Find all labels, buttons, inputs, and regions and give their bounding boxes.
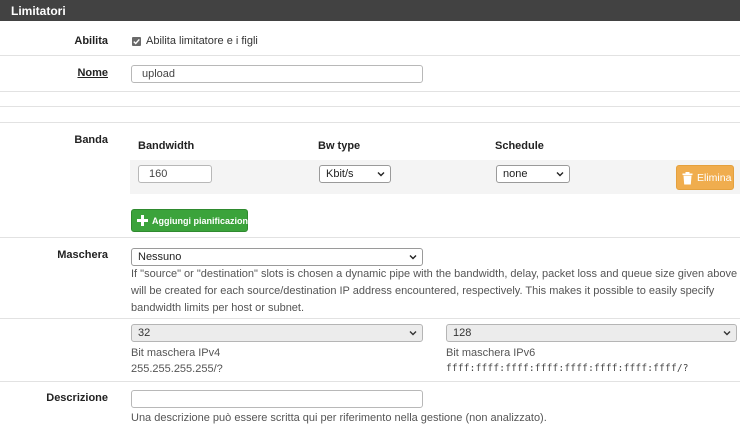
description-label: Descrizione — [46, 392, 108, 404]
limiter-panel: Limitatori Abilita Abilita limitatore e … — [0, 0, 740, 438]
ipv6-mask-hint: ffff:ffff:ffff:ffff:ffff:ffff:ffff:ffff/… — [446, 363, 689, 374]
divider — [0, 106, 740, 107]
divider — [0, 122, 740, 123]
chevron-down-icon — [556, 172, 564, 177]
divider — [0, 55, 740, 56]
trash-icon — [682, 172, 693, 185]
column-bandwidth: Bandwidth — [138, 140, 195, 152]
mask-help-text: If "source" or "destination" slots is ch… — [131, 268, 738, 314]
enable-checkbox[interactable] — [132, 37, 141, 46]
ipv6-mask-caption: Bit maschera IPv6 — [446, 347, 536, 359]
chevron-down-icon — [409, 331, 417, 336]
add-schedule-label: Aggiungi pianificazione — [152, 216, 253, 226]
ipv4-mask-hint: 255.255.255.255/? — [131, 363, 223, 375]
bandwidth-label: Banda — [74, 134, 108, 146]
panel-title: Limitatori — [0, 0, 740, 21]
mask-select[interactable]: Nessuno — [131, 248, 423, 266]
delete-schedule-label: Elimina — [697, 172, 732, 184]
enable-checkbox-label: Abilita limitatore e i figli — [146, 35, 258, 47]
divider — [0, 318, 740, 319]
name-label: Nome — [77, 67, 108, 79]
description-help-text: Una descrizione può essere scritta qui p… — [131, 412, 547, 424]
chevron-down-icon — [723, 331, 731, 336]
mask-label: Maschera — [57, 249, 108, 261]
ipv4-mask-caption: Bit maschera IPv4 — [131, 347, 221, 359]
schedule-row — [130, 160, 740, 194]
ipv4-mask-bits-select[interactable]: 32 — [131, 324, 423, 342]
divider — [0, 91, 740, 92]
chevron-down-icon — [409, 255, 417, 260]
schedule-value: none — [503, 168, 528, 180]
add-schedule-button[interactable]: Aggiungi pianificazione — [131, 209, 253, 232]
column-schedule: Schedule — [495, 140, 544, 152]
name-input[interactable]: upload — [131, 65, 423, 83]
schedule-select[interactable]: none — [496, 165, 570, 183]
plus-icon — [137, 215, 148, 226]
divider — [0, 381, 740, 382]
check-icon — [133, 38, 140, 45]
bw-type-value: Kbit/s — [326, 168, 354, 180]
ipv6-mask-bits-select[interactable]: 128 — [446, 324, 737, 342]
enable-label: Abilita — [74, 35, 108, 47]
divider — [0, 237, 740, 238]
bandwidth-input[interactable]: 160 — [138, 165, 212, 183]
ipv4-mask-bits-value: 32 — [138, 327, 151, 339]
ipv6-mask-bits-value: 128 — [453, 327, 472, 339]
mask-value: Nessuno — [138, 251, 182, 263]
chevron-down-icon — [377, 172, 385, 177]
bw-type-select[interactable]: Kbit/s — [319, 165, 391, 183]
description-input[interactable] — [131, 390, 423, 408]
delete-schedule-button[interactable]: Elimina — [676, 165, 734, 190]
column-bw-type: Bw type — [318, 140, 361, 152]
